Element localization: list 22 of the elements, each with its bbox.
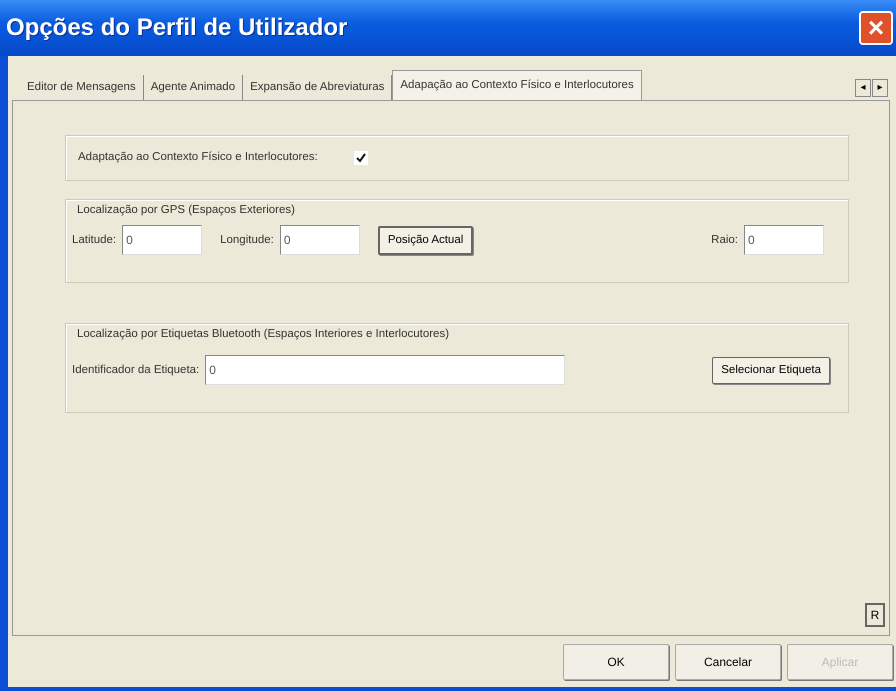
tab[interactable]: Editor de Mensagens	[20, 74, 144, 100]
dialog-button[interactable]: OK	[563, 644, 669, 680]
field-label: Latitude:	[72, 232, 116, 248]
tab[interactable]: Agente Animado	[144, 74, 244, 100]
field-label: Identificador da Etiqueta:	[72, 362, 200, 378]
r-button[interactable]: R	[865, 603, 885, 627]
field-label: Raio:	[711, 232, 738, 248]
close-button[interactable]: ×	[859, 11, 893, 45]
adaptation-checkbox[interactable]	[354, 151, 368, 165]
select-tag-button[interactable]: Selecionar Etiqueta	[712, 356, 830, 384]
tab[interactable]: Adapação ao Contexto Físico e Interlocutores	[392, 70, 642, 100]
tag-id-field[interactable]: 0	[205, 355, 566, 386]
tab-scroll-button[interactable]: ◂	[855, 79, 871, 97]
field-label: Longitude:	[220, 232, 274, 248]
current-position-button[interactable]: Posição Actual	[378, 226, 474, 255]
text-field[interactable]: 0	[280, 225, 360, 256]
radius-field[interactable]: 0	[744, 225, 824, 256]
dialog-button[interactable]: Cancelar	[675, 644, 781, 680]
text-field[interactable]: 0	[122, 225, 202, 256]
tab-scroll-button[interactable]: ▸	[872, 79, 888, 97]
adaptation-label: Adaptação ao Contexto Físico e Interlocutores:	[78, 150, 318, 166]
window-title: Opções do Perfil de Utilizador	[6, 13, 348, 43]
